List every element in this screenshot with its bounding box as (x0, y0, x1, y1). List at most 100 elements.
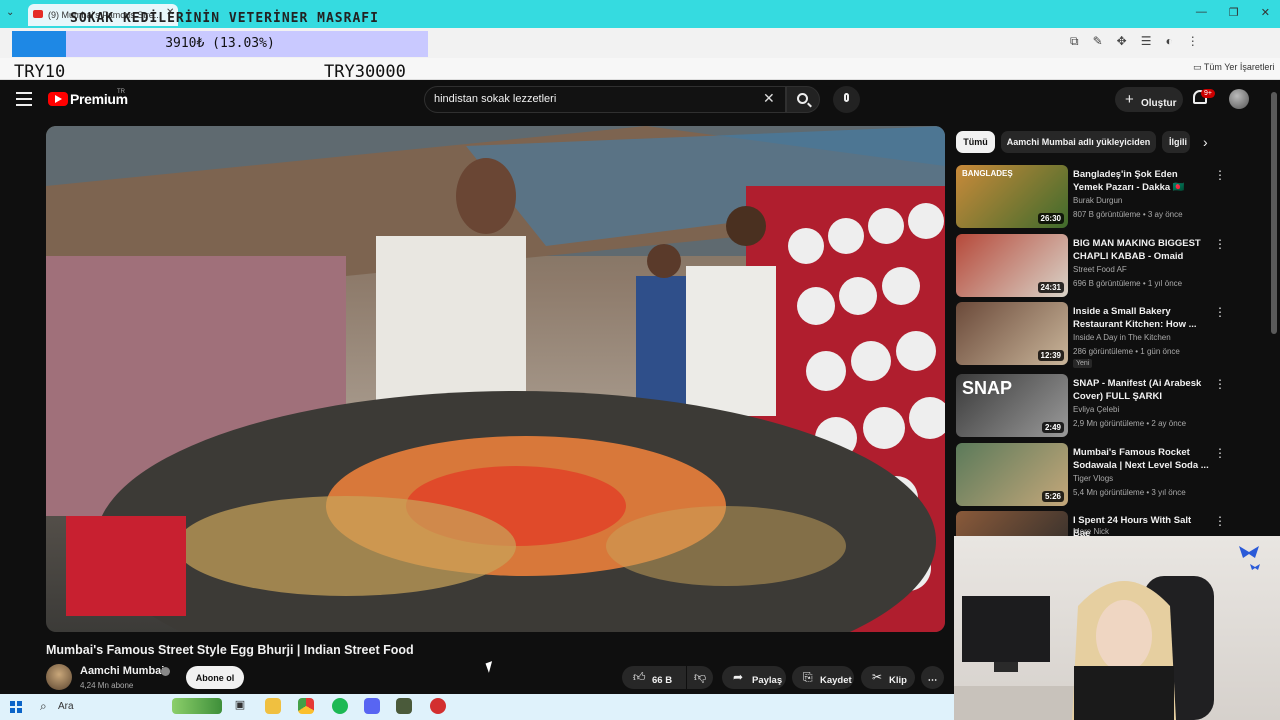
obs-icon[interactable] (430, 698, 446, 714)
all-bookmarks-label: Tüm Yer İşaretleri (1203, 62, 1275, 72)
voice-search-button[interactable] (833, 86, 860, 113)
clip-button[interactable]: ✂ Klip (861, 666, 915, 689)
thumbnail-text: BANGLADEŞ (962, 169, 1013, 178)
close-window-icon[interactable]: ✕ (1261, 6, 1270, 19)
more-vertical-icon[interactable]: ⋮ (1214, 446, 1226, 460)
file-explorer-icon[interactable] (265, 698, 281, 714)
puzzle-icon[interactable]: ✥ (1117, 34, 1127, 49)
video-duration: 24:31 (1037, 282, 1064, 293)
save-button[interactable]: ⎘ Kaydet (792, 666, 854, 689)
recommendation-channel[interactable]: Inside A Day in The Kitchen (1073, 333, 1171, 342)
region-code: TR (117, 89, 125, 95)
recommendation-item[interactable]: 12:39 Inside a Small Bakery Restaurant K… (956, 302, 1226, 368)
share-button[interactable]: ➦ Paylaş (722, 666, 786, 689)
clear-search-icon[interactable]: ✕ (763, 90, 775, 107)
tab-search-icon[interactable]: ⌄ (6, 7, 14, 18)
windows-taskbar (0, 694, 954, 720)
search-button[interactable] (786, 86, 820, 113)
more-actions-button[interactable]: ⋯ (921, 666, 944, 689)
page-scrollbar[interactable] (1271, 92, 1277, 334)
more-vertical-icon[interactable]: ⋮ (1214, 514, 1226, 528)
recommendation-meta: 2,9 Mn görüntüleme • 2 ay önce (1073, 419, 1187, 428)
all-bookmarks-link[interactable]: ▭ Tüm Yer İşaretleri (1193, 62, 1274, 73)
share-label: Paylaş (752, 675, 783, 686)
cast-icon[interactable]: ⧉ (1070, 34, 1079, 49)
recommendation-title[interactable]: Inside a Small Bakery Restaurant Kitchen… (1073, 305, 1209, 331)
chip-from-uploader[interactable]: Aamchi Mumbai adlı yükleyiciden (1001, 131, 1156, 153)
more-vertical-icon[interactable]: ⋮ (1214, 168, 1226, 182)
chip-all[interactable]: Tümü (956, 131, 995, 153)
recommendation-meta: 286 görüntüleme • 1 gün önce (1073, 347, 1180, 356)
recommendation-channel[interactable]: Evliya Çelebi (1073, 405, 1119, 414)
recommendation-title[interactable]: Bangladeş'in Şok Eden Yemek Pazarı - Dak… (1073, 168, 1209, 194)
recommendation-channel[interactable]: More Nick (1073, 527, 1109, 536)
recommendation-meta: 696 B görüntüleme • 1 yıl önce (1073, 279, 1183, 288)
create-label: Oluştur (1141, 97, 1177, 109)
microphone-icon (844, 93, 849, 102)
recommendation-item[interactable]: BANGLADEŞ 26:30 Bangladeş'in Şok Eden Yem… (956, 165, 1226, 229)
more-vertical-icon[interactable]: ⋮ (1214, 305, 1226, 319)
windows-start-icon[interactable] (10, 701, 22, 713)
video-thumbnail[interactable]: 24:31 (956, 234, 1068, 297)
extension-icon[interactable]: ✎ (1093, 34, 1103, 49)
search-input[interactable] (434, 91, 754, 107)
widget-weather-icon[interactable] (172, 698, 222, 714)
recommendation-channel[interactable]: Tiger Vlogs (1073, 474, 1113, 483)
chip-related[interactable]: İlgili (1162, 131, 1190, 153)
donation-progress-text: 3910₺ (13.03%) (165, 36, 275, 51)
thumbs-up-icon: 👍︎ (633, 670, 646, 684)
chrome-icon[interactable] (298, 698, 314, 714)
taskbar-search-label[interactable]: Ara (58, 701, 74, 712)
recommendation-title[interactable]: Mumbai's Famous Rocket Sodawala | Next L… (1073, 446, 1209, 472)
playlist-icon[interactable]: ☰ (1141, 34, 1152, 49)
maximize-icon[interactable]: ❐ (1229, 6, 1239, 19)
recommendation-channel[interactable]: Street Food AF (1073, 265, 1127, 274)
profile-icon[interactable]: ◐ (1165, 34, 1172, 49)
bookmark-icon: ⎘ (803, 670, 813, 684)
recommendation-channel[interactable]: Burak Durgun (1073, 196, 1122, 205)
browser-menu-icon[interactable]: ⋮ (1187, 34, 1199, 49)
webcam-overlay (954, 536, 1280, 720)
thumbs-down-icon: 👎︎ (694, 670, 707, 684)
menu-icon[interactable] (16, 92, 32, 106)
recommendation-title[interactable]: BIG MAN MAKING BIGGEST CHAPLI KABAB - Om… (1073, 237, 1209, 263)
more-vertical-icon[interactable]: ⋮ (1214, 377, 1226, 391)
video-thumbnail[interactable]: BANGLADEŞ 26:30 (956, 165, 1068, 228)
like-button[interactable]: 👍︎ 66 B (622, 666, 686, 689)
video-thumbnail[interactable]: 5:26 (956, 443, 1068, 506)
video-thumbnail[interactable] (956, 511, 1068, 536)
recommendation-title[interactable]: SNAP - Manifest (Ai Arabesk Cover) FULL … (1073, 377, 1209, 403)
new-badge: Yeni (1073, 359, 1093, 368)
mouse-cursor-icon (485, 661, 496, 673)
webcam-image (954, 546, 1260, 720)
task-view-icon[interactable]: ▣ (232, 698, 248, 714)
window-controls: — ❐ ✕ (1196, 6, 1270, 19)
user-avatar[interactable] (1229, 89, 1249, 109)
spotify-icon[interactable] (332, 698, 348, 714)
channel-avatar[interactable] (46, 664, 72, 690)
recommendation-item[interactable]: 5:26 Mumbai's Famous Rocket Sodawala | N… (956, 443, 1226, 507)
create-button[interactable]: + Oluştur (1115, 87, 1183, 112)
like-count: 66 B (652, 675, 673, 686)
video-thumbnail[interactable]: 12:39 (956, 302, 1068, 365)
subscribe-button[interactable]: Abone ol (186, 666, 244, 689)
more-vertical-icon[interactable]: ⋮ (1214, 237, 1226, 251)
search-icon (797, 93, 808, 104)
app-icon[interactable] (396, 698, 412, 714)
chevron-right-icon[interactable]: › (1203, 134, 1208, 150)
dislike-button[interactable]: 👎︎ (687, 666, 713, 689)
bookmarks-bar (0, 58, 1280, 80)
clip-label: Klip (889, 675, 907, 686)
recommendation-item[interactable]: I Spent 24 Hours With Salt Bae More Nick… (956, 511, 1226, 536)
taskbar-search-icon[interactable]: ⌕ (40, 699, 47, 714)
video-player[interactable] (46, 126, 945, 632)
video-thumbnail[interactable]: SNAP 2:49 (956, 374, 1068, 437)
minimize-icon[interactable]: — (1196, 6, 1207, 19)
recommendation-item[interactable]: SNAP 2:49 SNAP - Manifest (Ai Arabesk Cov… (956, 374, 1226, 438)
channel-name[interactable]: Aamchi Mumbai (80, 665, 164, 677)
discord-icon[interactable] (364, 698, 380, 714)
recommendation-item[interactable]: 24:31 BIG MAN MAKING BIGGEST CHAPLI KABA… (956, 234, 1226, 298)
youtube-favicon-icon (33, 10, 43, 18)
donation-goal-title: SOKAK KEDİLERİNİN VETERİNER MASRAFI (70, 11, 379, 26)
youtube-logo-icon[interactable] (48, 92, 68, 106)
